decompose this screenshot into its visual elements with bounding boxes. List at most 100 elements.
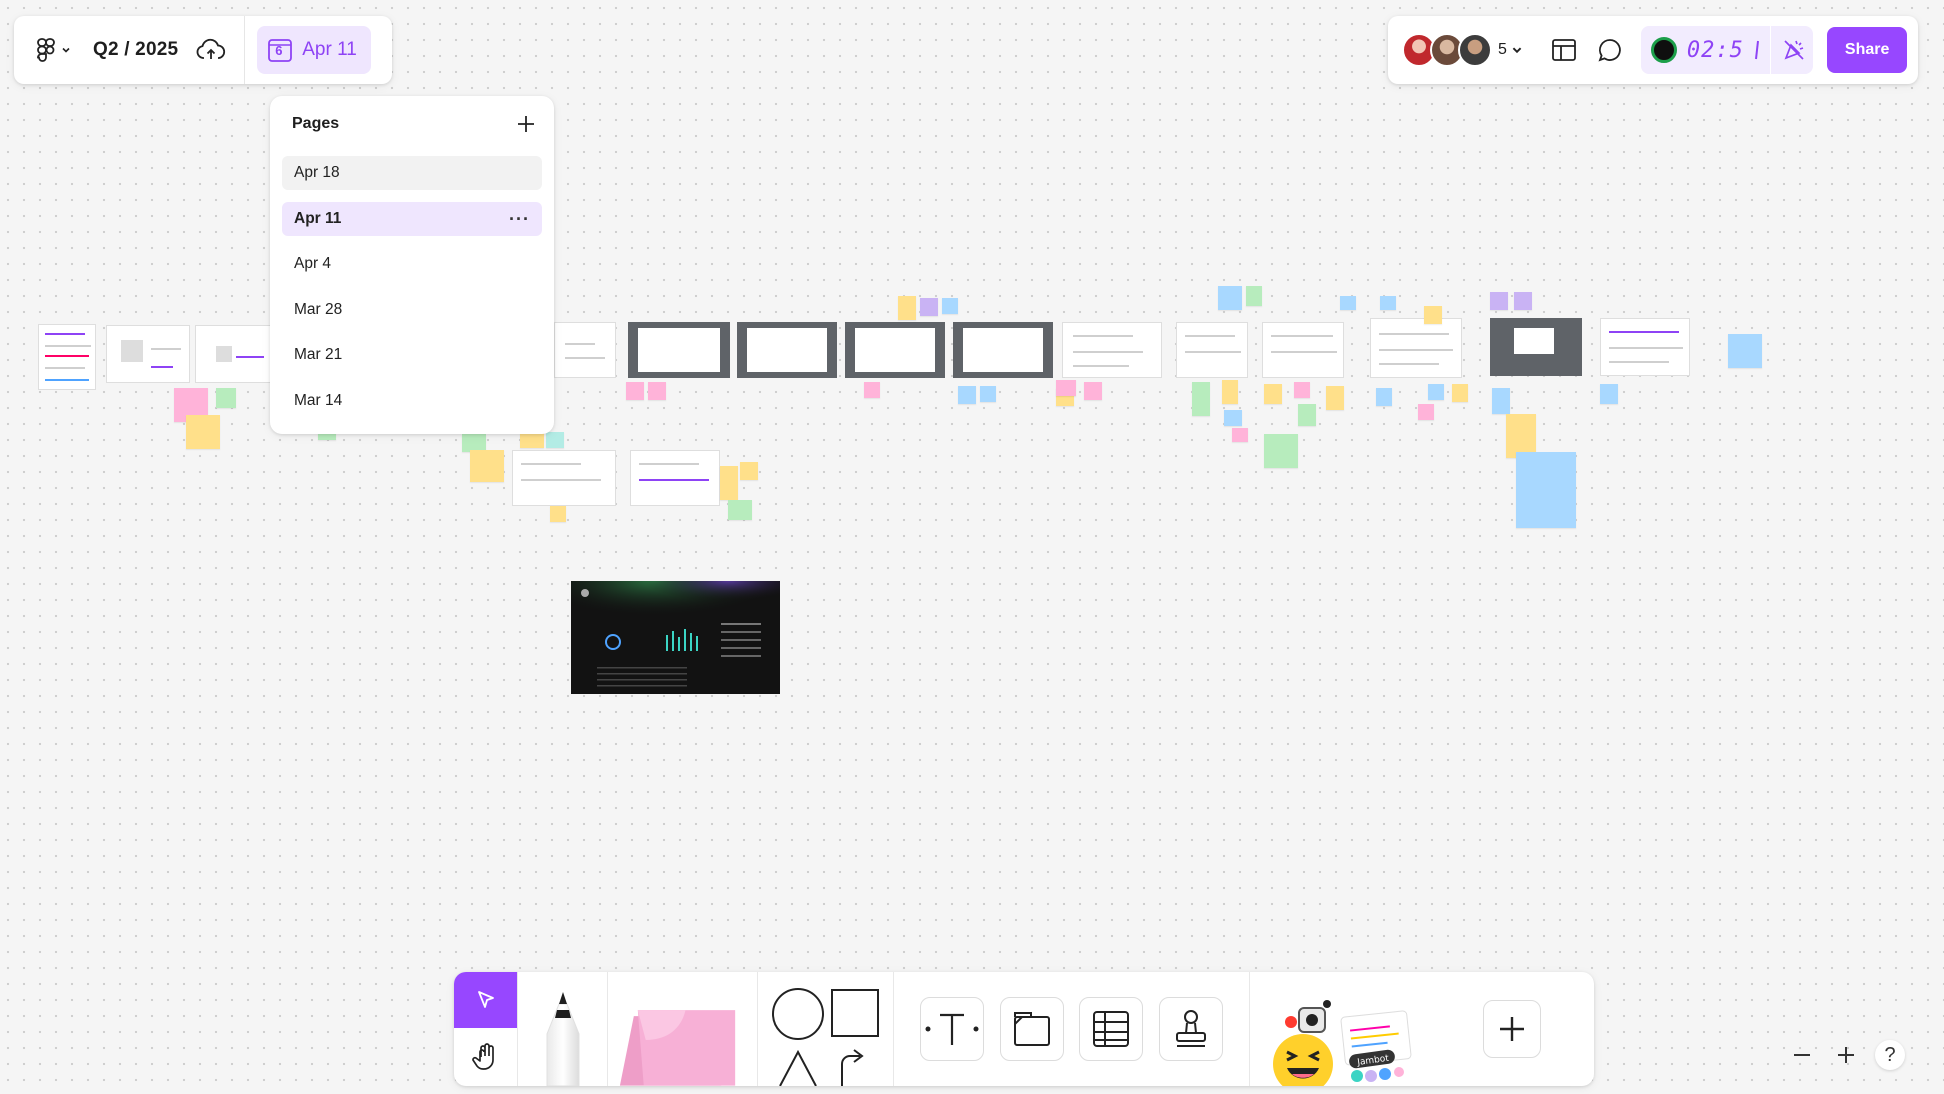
board-frame[interactable] — [1600, 318, 1690, 376]
sticky-note[interactable] — [942, 298, 958, 314]
sticky-note[interactable] — [1056, 380, 1076, 396]
page-item-apr-11[interactable]: Apr 11 ··· — [282, 201, 542, 236]
board-frame[interactable] — [106, 325, 190, 383]
sticky-note[interactable] — [720, 466, 738, 500]
sticky-note[interactable] — [1418, 404, 1434, 420]
page-item-mar-14[interactable]: Mar 14 — [282, 384, 542, 418]
board-frame[interactable] — [845, 322, 945, 378]
sticky-note[interactable] — [1326, 386, 1344, 410]
help-button[interactable]: ? — [1875, 1040, 1905, 1070]
page-item-mar-21[interactable]: Mar 21 — [282, 338, 542, 372]
widgets-icon: Jambot — [1273, 1000, 1412, 1086]
sticky-note[interactable] — [174, 388, 208, 422]
board-frame[interactable] — [953, 322, 1053, 378]
sticky-note-tool[interactable] — [608, 972, 758, 1086]
sticky-note[interactable] — [1428, 384, 1444, 400]
hand-tool[interactable] — [454, 1028, 517, 1086]
file-title[interactable]: Q2 / 2025 — [93, 39, 178, 61]
board-frame[interactable] — [1262, 322, 1344, 378]
timer-status-icon — [1650, 37, 1677, 63]
sticky-note[interactable] — [740, 462, 758, 480]
sticky-note[interactable] — [1490, 292, 1508, 310]
more-options-icon[interactable]: ··· — [509, 210, 530, 228]
page-item-apr-18[interactable]: Apr 18 — [282, 156, 542, 190]
sticky-note[interactable] — [1192, 382, 1210, 416]
sticky-note[interactable] — [1224, 410, 1242, 426]
sticky-note[interactable] — [864, 382, 880, 398]
widgets-tool[interactable]: Jambot — [1250, 972, 1430, 1086]
board-frame[interactable] — [512, 450, 616, 506]
sticky-note[interactable] — [1056, 388, 1074, 406]
add-page-button[interactable] — [514, 112, 538, 136]
celebrate-off-icon[interactable] — [1781, 37, 1807, 63]
zoom-in-button[interactable] — [1831, 1040, 1861, 1070]
sticky-note[interactable] — [626, 382, 644, 400]
sticky-note[interactable] — [1340, 296, 1356, 310]
sticky-note[interactable] — [920, 298, 938, 316]
select-tool[interactable] — [454, 972, 517, 1028]
collaborator-count-button[interactable]: 5 — [1498, 41, 1523, 59]
current-page-button[interactable]: 6 Apr 11 — [257, 26, 371, 74]
sticky-note[interactable] — [1506, 414, 1536, 458]
share-button[interactable]: Share — [1826, 27, 1908, 73]
timer[interactable]: 02:5 — [1640, 26, 1813, 74]
sticky-note[interactable] — [1232, 428, 1248, 442]
sticky-note[interactable] — [550, 506, 566, 522]
board-frame[interactable] — [38, 324, 96, 390]
text-tool[interactable] — [919, 997, 984, 1061]
sticky-note[interactable] — [898, 296, 916, 320]
marker-tool[interactable] — [518, 972, 608, 1086]
board-frame[interactable] — [1370, 318, 1462, 378]
sticky-note[interactable] — [1516, 452, 1576, 528]
sticky-note[interactable] — [216, 388, 236, 408]
page-item-apr-4[interactable]: Apr 4 — [282, 247, 542, 281]
layout-button[interactable] — [1541, 27, 1587, 73]
sticky-note[interactable] — [1380, 296, 1396, 310]
main-menu-button[interactable] — [36, 38, 71, 62]
sticky-note[interactable] — [1492, 388, 1510, 414]
avatar[interactable] — [1458, 33, 1492, 67]
sticky-note[interactable] — [980, 386, 996, 402]
cloud-upload-button[interactable] — [196, 38, 226, 62]
sticky-note[interactable] — [648, 382, 666, 400]
shape-tool[interactable] — [758, 972, 894, 1086]
sticky-note[interactable] — [1264, 384, 1282, 404]
board-frame[interactable] — [628, 322, 730, 378]
sticky-note[interactable] — [1218, 286, 1242, 310]
board-frame[interactable] — [1176, 322, 1248, 378]
sticky-note[interactable] — [1264, 434, 1298, 468]
sticky-note[interactable] — [1246, 286, 1262, 306]
board-frame[interactable] — [630, 450, 720, 506]
comment-button[interactable] — [1587, 27, 1633, 73]
sticky-note[interactable] — [1452, 384, 1468, 402]
board-frame[interactable] — [195, 325, 271, 383]
board-frame[interactable] — [737, 322, 837, 378]
section-tool[interactable] — [999, 997, 1064, 1061]
sticky-note[interactable] — [1222, 380, 1238, 404]
table-tool[interactable] — [1079, 997, 1144, 1061]
sticky-note[interactable] — [1294, 382, 1310, 398]
board-frame[interactable] — [1062, 322, 1162, 378]
sticky-note[interactable] — [1728, 334, 1762, 368]
zoom-out-button[interactable] — [1787, 1040, 1817, 1070]
sticky-note[interactable] — [186, 415, 220, 449]
more-tools-button[interactable] — [1483, 1000, 1541, 1058]
sticky-note[interactable] — [1424, 306, 1442, 324]
collaborator-avatars[interactable] — [1402, 33, 1492, 67]
sticky-note[interactable] — [728, 500, 752, 520]
sticky-note[interactable] — [1376, 388, 1392, 406]
page-item-mar-28[interactable]: Mar 28 — [282, 293, 542, 327]
pages-panel-title: Pages — [292, 115, 340, 132]
board-frame[interactable] — [554, 322, 616, 378]
sticky-note[interactable] — [1298, 404, 1316, 426]
sticky-note[interactable] — [1084, 382, 1102, 400]
sticky-note[interactable] — [958, 386, 976, 404]
sticky-note[interactable] — [546, 432, 564, 448]
sticky-note[interactable] — [1600, 384, 1618, 404]
board-frame[interactable] — [1490, 318, 1582, 376]
dashboard-screenshot[interactable] — [571, 581, 780, 694]
sticky-note[interactable] — [462, 434, 486, 452]
sticky-note[interactable] — [1514, 292, 1532, 310]
sticky-note[interactable] — [470, 450, 504, 482]
stamp-tool[interactable] — [1159, 997, 1224, 1061]
